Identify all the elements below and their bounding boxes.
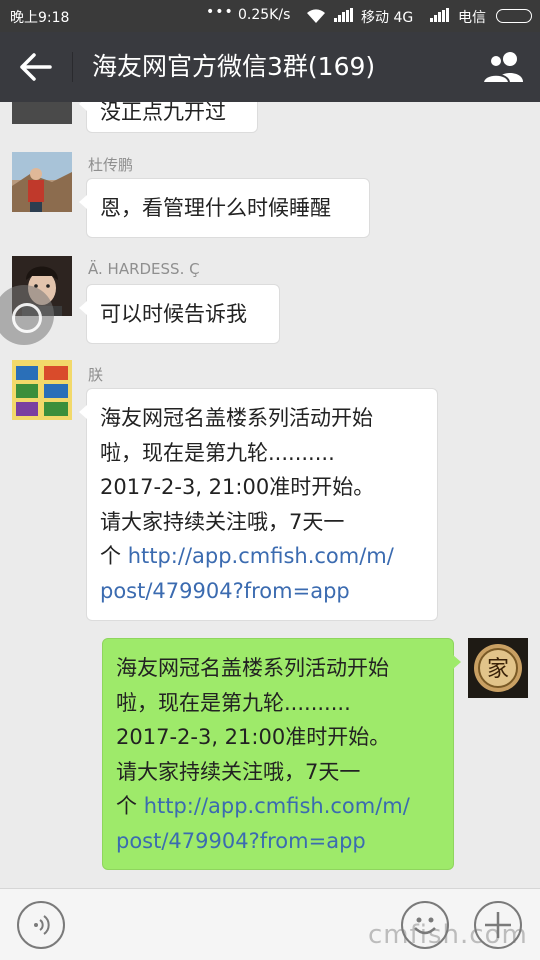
back-arrow-icon[interactable] bbox=[18, 50, 54, 84]
wifi-icon bbox=[307, 9, 325, 23]
message-bubble[interactable]: 恩，看管理什么时候睡醒 bbox=[79, 178, 370, 238]
message-link[interactable]: http://app.cmfish.com/m/ bbox=[144, 794, 410, 818]
network-speed: 0.25K/s bbox=[238, 7, 291, 23]
sender-name: 朕 bbox=[88, 366, 104, 384]
message-bubble[interactable]: 没正点九开过 bbox=[79, 102, 258, 133]
message-line: 个 http://app.cmfish.com/m/ bbox=[116, 789, 440, 824]
message-line: 啦，现在是第九轮.......... bbox=[116, 690, 351, 715]
message-text: 没正点九开过 bbox=[100, 102, 226, 124]
voice-icon bbox=[34, 915, 50, 935]
message-bubble-self[interactable]: 海友网冠名盖楼系列活动开始 啦，现在是第九轮.......... 2017-2-… bbox=[102, 638, 461, 870]
message-link[interactable]: http://app.cmfish.com/m/ bbox=[128, 544, 394, 568]
status-bar: 晚上9:18 ••• 0.25K/s 移动 4G 电信 bbox=[0, 0, 540, 32]
watermark: cmfish.com bbox=[368, 920, 528, 950]
avatar[interactable] bbox=[12, 152, 72, 212]
page-title: 海友网官方微信3群(169) bbox=[92, 52, 376, 81]
message-line: 请大家持续关注哦，7天一 bbox=[100, 509, 345, 534]
message-text: 个 bbox=[100, 544, 128, 568]
message-text: 恩，看管理什么时候睡醒 bbox=[100, 196, 331, 220]
avatar-self-char: 家 bbox=[487, 657, 509, 682]
signal-icon bbox=[430, 8, 450, 22]
battery-icon bbox=[496, 9, 532, 23]
message-line: 啦，现在是第九轮.......... bbox=[100, 440, 335, 465]
group-members-icon[interactable] bbox=[480, 48, 528, 86]
signal-icon bbox=[334, 8, 354, 22]
carrier-telecom: 电信 bbox=[458, 10, 486, 26]
notification-dots: ••• bbox=[206, 4, 234, 20]
message-line: 个 http://app.cmfish.com/m/ bbox=[100, 539, 424, 574]
chat-area[interactable]: 没正点九开过 杜传鹏 恩，看管理什么时候睡醒 Ä. HARDESS. Ç 可以时… bbox=[0, 102, 540, 888]
message-text: 可以时候告诉我 bbox=[100, 302, 247, 326]
message-line: 2017-2-3, 21:00准时开始。 bbox=[100, 475, 375, 499]
voice-button[interactable] bbox=[17, 901, 65, 949]
status-time: 晚上9:18 bbox=[10, 10, 70, 26]
message-line: 海友网冠名盖楼系列活动开始 bbox=[100, 406, 373, 430]
avatar[interactable] bbox=[12, 102, 72, 124]
sender-name: 杜传鹏 bbox=[88, 156, 134, 174]
message-bubble[interactable]: 可以时候告诉我 bbox=[79, 284, 280, 344]
carrier-mobile: 移动 4G bbox=[361, 10, 414, 26]
chat-header: 海友网官方微信3群(169) bbox=[0, 32, 540, 102]
header-divider bbox=[72, 52, 73, 82]
message-text: 个 bbox=[116, 794, 144, 818]
message-link[interactable]: post/479904?from=app bbox=[100, 574, 424, 609]
message-bubble[interactable]: 海友网冠名盖楼系列活动开始 啦，现在是第九轮.......... 2017-2-… bbox=[79, 388, 438, 621]
message-line: 海友网冠名盖楼系列活动开始 bbox=[116, 656, 389, 680]
message-line: 请大家持续关注哦，7天一 bbox=[116, 759, 361, 784]
sender-name: Ä. HARDESS. Ç bbox=[88, 260, 200, 278]
message-line: 2017-2-3, 21:00准时开始。 bbox=[116, 725, 391, 749]
avatar[interactable] bbox=[12, 360, 72, 420]
message-link[interactable]: post/479904?from=app bbox=[116, 824, 440, 859]
avatar-self[interactable]: 家 bbox=[468, 638, 528, 698]
